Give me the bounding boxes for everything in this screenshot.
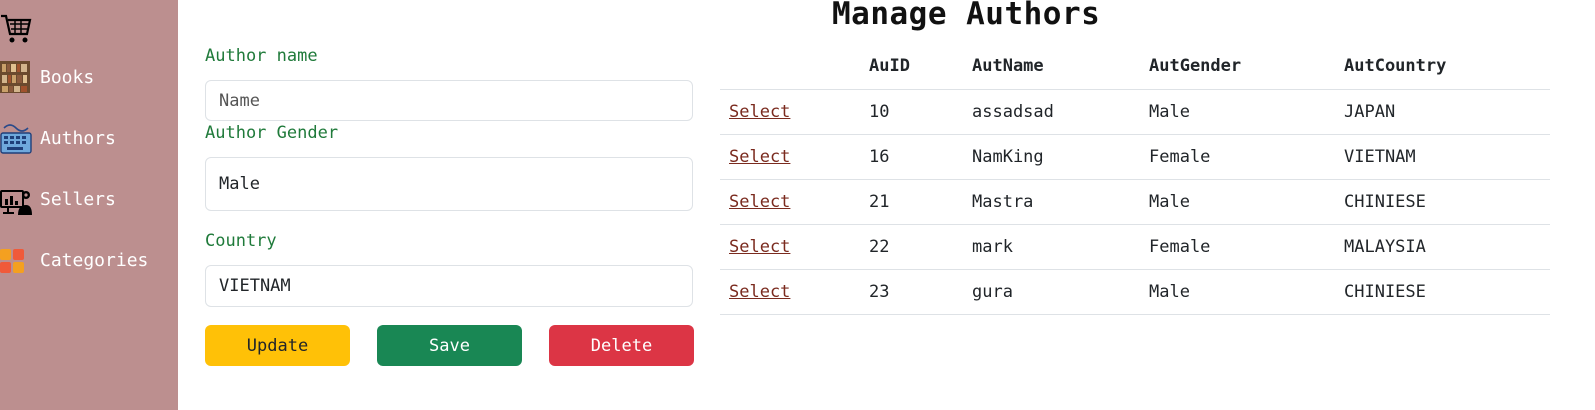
sidebar-item-categories[interactable]: Categories [0, 240, 178, 280]
cell-auid: 10 [869, 88, 972, 134]
cell-autcountry: JAPAN [1344, 88, 1550, 134]
cell-autgender: Male [1149, 178, 1344, 224]
cell-autgender: Male [1149, 88, 1344, 134]
cell-autname: gura [972, 268, 1149, 315]
author-gender-value: Male [219, 174, 260, 194]
table-header-row: AuID AutName AutGender AutCountry [720, 43, 1550, 89]
select-link[interactable]: Select [729, 147, 790, 167]
cell-auid: 22 [869, 223, 972, 269]
table-row: Select 10 assadsad Male JAPAN [720, 88, 1550, 134]
sidebar-item-books[interactable]: Books [0, 57, 178, 97]
column-header-autgender[interactable]: AutGender [1149, 43, 1344, 89]
author-gender-label: Author Gender [205, 123, 339, 143]
save-button[interactable]: Save [377, 325, 522, 366]
column-header-select [720, 43, 869, 89]
page-title: Manage Authors [832, 0, 1101, 32]
cell-autcountry: VIETNAM [1344, 133, 1550, 179]
cell-autgender: Male [1149, 268, 1344, 315]
select-link[interactable]: Select [729, 192, 790, 212]
table-row: Select 21 Mastra Male CHINIESE [720, 178, 1550, 224]
sidebar-item-label: Sellers [40, 188, 116, 210]
author-gender-select[interactable]: Male [205, 157, 693, 211]
cell-autcountry: MALAYSIA [1344, 223, 1550, 269]
cell-autname: mark [972, 223, 1149, 269]
categories-icon [0, 242, 32, 278]
table-row: Select 22 mark Female MALAYSIA [720, 223, 1550, 269]
country-label: Country [205, 231, 277, 251]
column-header-autname[interactable]: AutName [972, 43, 1149, 89]
author-name-label: Author name [205, 46, 318, 66]
cell-autname: assadsad [972, 88, 1149, 134]
sidebar-item-label: Books [40, 66, 95, 88]
cell-autcountry: CHINIESE [1344, 268, 1550, 315]
sidebar-item-label: Authors [40, 127, 116, 149]
sidebar-item-label: Categories [40, 249, 149, 271]
sidebar-item-authors[interactable]: Authors [0, 118, 178, 158]
table-row: Select 23 gura Male CHINIESE [720, 268, 1550, 315]
authors-table: AuID AutName AutGender AutCountry Select… [720, 43, 1550, 315]
seller-icon [0, 181, 32, 217]
select-link[interactable]: Select [729, 237, 790, 257]
author-name-field[interactable] [205, 80, 693, 121]
select-link[interactable]: Select [729, 282, 790, 302]
cell-autgender: Female [1149, 133, 1344, 179]
cell-auid: 23 [869, 268, 972, 315]
column-header-auid[interactable]: AuID [869, 43, 972, 89]
sidebar: Books Authors Sellers Categories [0, 0, 178, 410]
cell-auid: 21 [869, 178, 972, 224]
cell-autname: Mastra [972, 178, 1149, 224]
delete-button[interactable]: Delete [549, 325, 694, 366]
sidebar-item-sellers[interactable]: Sellers [0, 179, 178, 219]
country-value: VIETNAM [219, 276, 291, 296]
cell-auid: 16 [869, 133, 972, 179]
keyboard-icon [0, 120, 32, 156]
country-field[interactable]: VIETNAM [205, 265, 693, 307]
select-link[interactable]: Select [729, 102, 790, 122]
cell-autname: NamKing [972, 133, 1149, 179]
cell-autgender: Female [1149, 223, 1344, 269]
table-row: Select 16 NamKing Female VIETNAM [720, 133, 1550, 179]
update-button[interactable]: Update [205, 325, 350, 366]
books-icon [0, 59, 32, 95]
author-name-input[interactable] [219, 90, 692, 111]
column-header-autcountry[interactable]: AutCountry [1344, 43, 1550, 89]
cell-autcountry: CHINIESE [1344, 178, 1550, 224]
cart-icon[interactable] [0, 10, 32, 46]
